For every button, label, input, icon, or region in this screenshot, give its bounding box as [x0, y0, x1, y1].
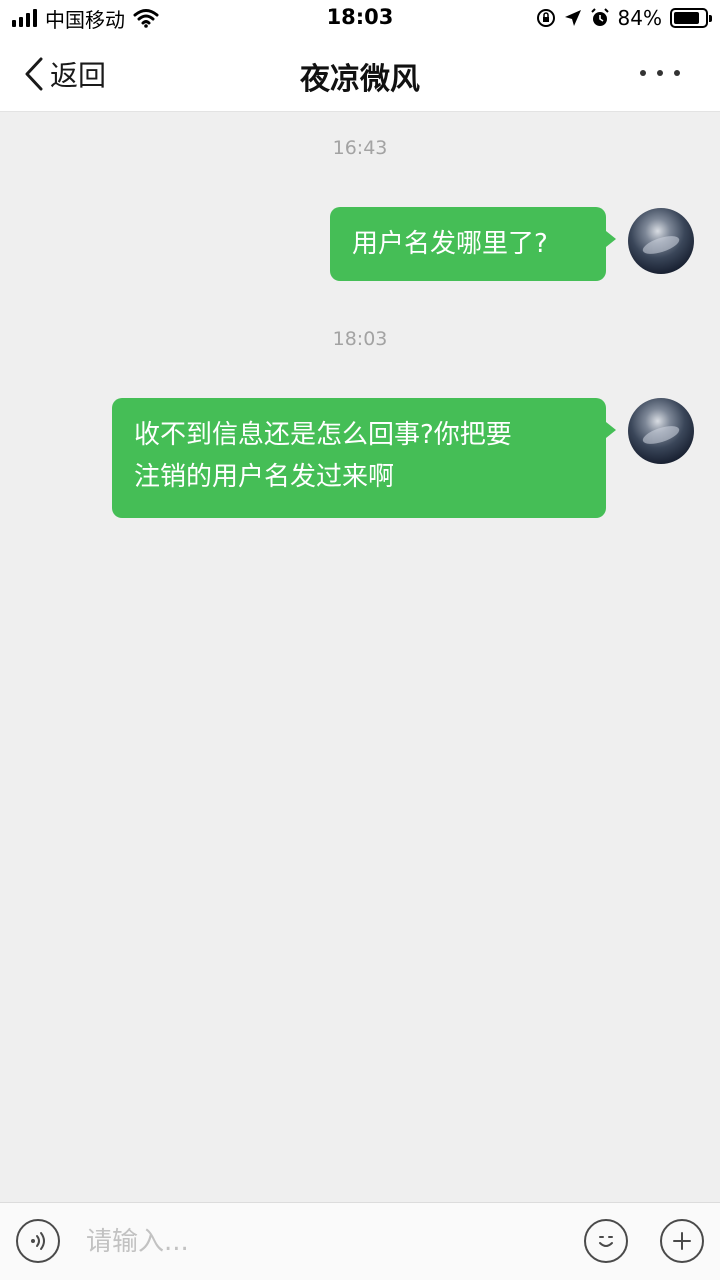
- message-timestamp: 18:03: [332, 328, 388, 350]
- message-timestamp: 16:43: [332, 137, 388, 159]
- message-bubble[interactable]: 收不到信息还是怎么回事?你把要 注销的用户名发过来啊: [112, 398, 616, 518]
- avatar[interactable]: [628, 208, 694, 274]
- battery-icon: [670, 8, 712, 28]
- emoji-icon[interactable]: [584, 1219, 628, 1263]
- chat-title: 夜凉微风: [300, 62, 420, 97]
- nav-bar: 返回 夜凉微风: [0, 36, 720, 112]
- avatar[interactable]: [628, 398, 694, 464]
- more-dots-icon[interactable]: [640, 58, 680, 88]
- alarm-icon: [590, 8, 609, 26]
- rotation-lock-icon: [536, 9, 555, 27]
- message-input[interactable]: [86, 1217, 556, 1267]
- status-bar: 中国移动 18:03 84%: [0, 0, 720, 36]
- voice-icon[interactable]: [16, 1219, 60, 1263]
- plus-icon[interactable]: [660, 1219, 704, 1263]
- composer-bar: [0, 1202, 720, 1280]
- location-icon: [564, 10, 581, 26]
- battery-percent: 84%: [617, 6, 662, 30]
- status-right: 84%: [536, 6, 712, 30]
- message-bubble[interactable]: 用户名发哪里了?: [330, 207, 616, 281]
